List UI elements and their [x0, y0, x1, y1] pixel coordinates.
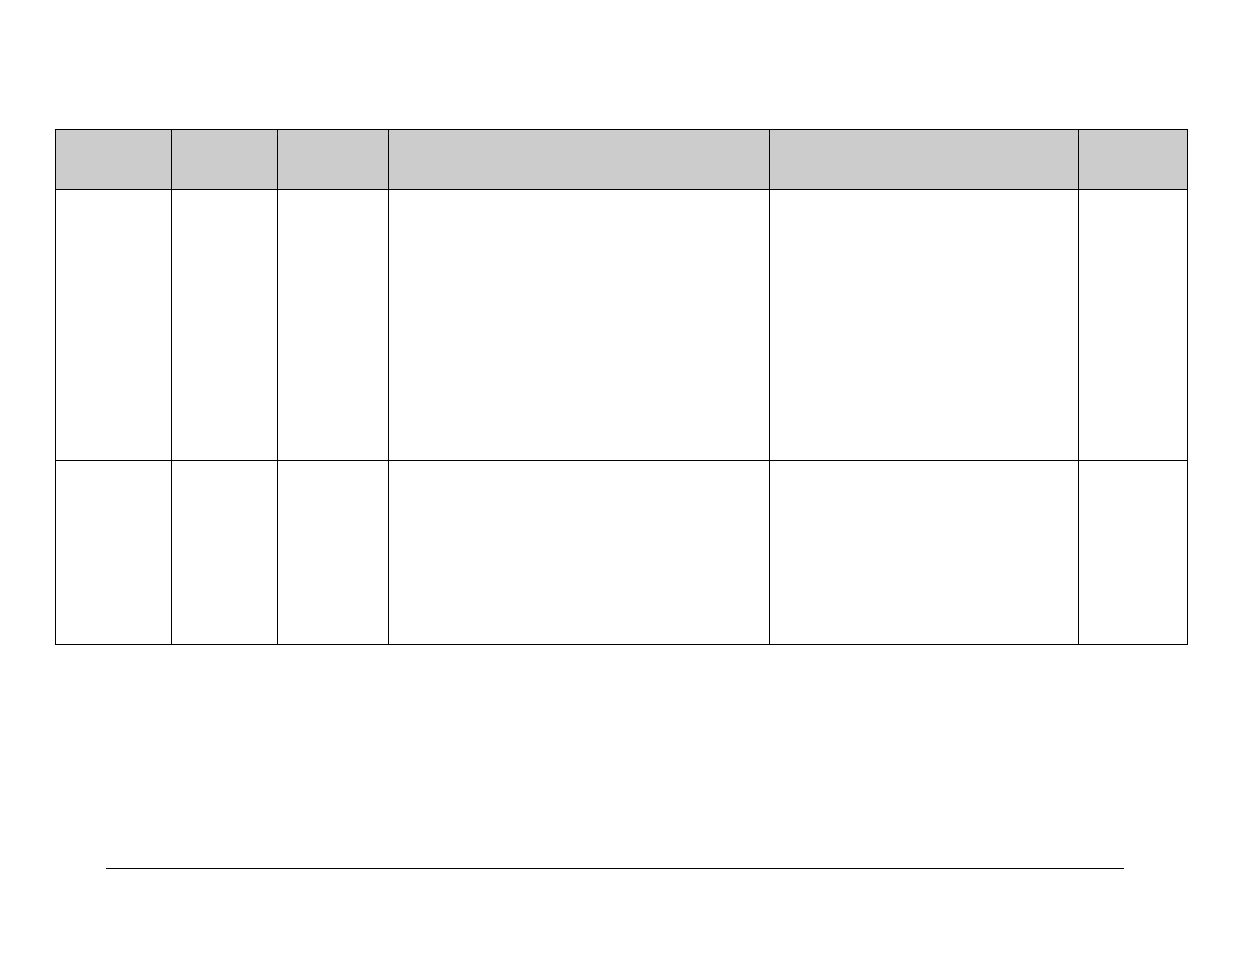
- data-table: [55, 129, 1188, 645]
- page: [0, 0, 1235, 954]
- table-cell: [278, 461, 389, 645]
- table-header-row: [56, 130, 1188, 190]
- table-cell: [56, 190, 172, 461]
- table-cell: [770, 461, 1079, 645]
- table-header-cell: [172, 130, 278, 190]
- table-cell: [389, 190, 770, 461]
- table-cell: [172, 461, 278, 645]
- table-header-cell: [389, 130, 770, 190]
- table-header-cell: [1079, 130, 1188, 190]
- table-container: [55, 129, 1187, 645]
- table-header-cell: [278, 130, 389, 190]
- table-cell: [1079, 461, 1188, 645]
- table-header-cell: [770, 130, 1079, 190]
- table-row: [56, 190, 1188, 461]
- table-cell: [389, 461, 770, 645]
- footer-horizontal-rule: [106, 868, 1124, 869]
- table-header-cell: [56, 130, 172, 190]
- table-cell: [278, 190, 389, 461]
- table-cell: [172, 190, 278, 461]
- table-row: [56, 461, 1188, 645]
- table-cell: [1079, 190, 1188, 461]
- table-cell: [56, 461, 172, 645]
- table-cell: [770, 190, 1079, 461]
